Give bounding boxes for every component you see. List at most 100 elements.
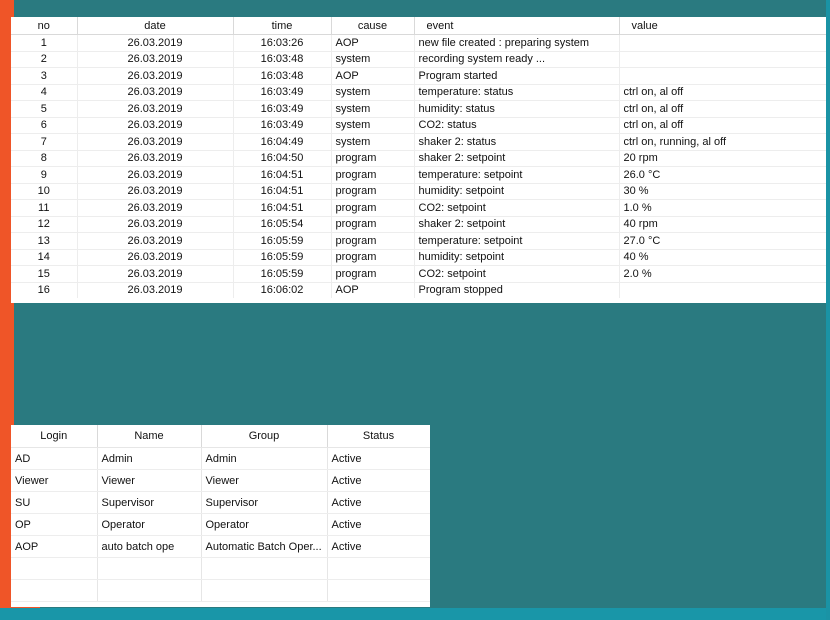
column-header-value[interactable]: value [619,17,826,35]
cell-no: 11 [11,199,78,217]
cell-no: 14 [11,249,78,266]
empty-cell [201,557,328,580]
cell-time: 16:03:48 [233,51,332,68]
user-row[interactable]: AD Admin Admin Active [11,447,430,470]
cell-status: Active [327,469,430,492]
event-log-panel: no date time cause event value 1 26.03.20… [11,17,826,303]
cell-date: 26.03.2019 [77,67,234,85]
user-row[interactable]: SU Supervisor Supervisor Active [11,491,430,514]
empty-cell [327,579,430,602]
empty-cell [11,579,98,602]
table-row[interactable]: 8 26.03.2019 16:04:50 program shaker 2: setp… [11,150,826,167]
user-row[interactable]: AOP auto batch ope Automatic Batch Oper...… [11,535,430,558]
cell-login: AD [11,447,98,470]
cell-no: 16 [11,282,78,298]
column-header-cause[interactable]: cause [331,17,415,35]
cell-value: 26.0 °C [619,166,826,184]
column-header-time[interactable]: time [233,17,332,35]
cell-time: 16:03:26 [233,34,332,52]
cell-no: 10 [11,183,78,200]
cell-date: 26.03.2019 [77,265,234,283]
cell-event: temperature: setpoint [414,232,620,250]
cell-value: 20 rpm [619,150,826,167]
cell-cause: system [331,51,415,68]
table-row[interactable]: 9 26.03.2019 16:04:51 program temperature: s… [11,166,826,184]
cell-value [619,282,826,298]
user-row[interactable]: OP Operator Operator Active [11,513,430,536]
column-header-login[interactable]: Login [11,425,98,448]
cell-event: humidity: setpoint [414,183,620,200]
cell-time: 16:04:51 [233,199,332,217]
table-row[interactable]: 2 26.03.2019 16:03:48 system recording syste… [11,51,826,68]
cell-no: 13 [11,232,78,250]
cell-date: 26.03.2019 [77,232,234,250]
cell-cause: system [331,133,415,151]
event-log-table: no date time cause event value 1 26.03.20… [11,17,826,298]
cell-date: 26.03.2019 [77,150,234,167]
column-header-group[interactable]: Group [201,425,328,448]
cell-group: Admin [201,447,328,470]
cell-date: 26.03.2019 [77,100,234,118]
cell-time: 16:05:59 [233,232,332,250]
cell-no: 12 [11,216,78,233]
table-row[interactable]: 12 26.03.2019 16:05:54 program shaker 2: set… [11,216,826,233]
cell-cause: system [331,117,415,134]
table-row[interactable]: 10 26.03.2019 16:04:51 program humidity: set… [11,183,826,200]
cell-no: 1 [11,34,78,52]
empty-cell [201,579,328,602]
table-row[interactable]: 1 26.03.2019 16:03:26 AOP new file created :… [11,34,826,52]
cell-cause: program [331,232,415,250]
cell-time: 16:04:51 [233,166,332,184]
cell-no: 6 [11,117,78,134]
cell-event: shaker 2: status [414,133,620,151]
column-header-no[interactable]: no [11,17,78,35]
cell-status: Active [327,535,430,558]
empty-row [11,579,430,602]
table-row[interactable]: 7 26.03.2019 16:04:49 system shaker 2: statu… [11,133,826,151]
empty-row [11,557,430,580]
cell-date: 26.03.2019 [77,133,234,151]
column-header-date[interactable]: date [77,17,234,35]
user-row[interactable]: Viewer Viewer Viewer Active [11,469,430,492]
cell-login: OP [11,513,98,536]
cell-event: new file created : preparing system [414,34,620,52]
cell-event: recording system ready ... [414,51,620,68]
cell-event: CO2: status [414,117,620,134]
column-header-name[interactable]: Name [97,425,202,448]
empty-cell [11,557,98,580]
cell-cause: program [331,199,415,217]
cell-event: CO2: setpoint [414,199,620,217]
cell-login: AOP [11,535,98,558]
cell-cause: AOP [331,34,415,52]
table-row[interactable]: 5 26.03.2019 16:03:49 system humidity: statu… [11,100,826,118]
cell-value: 27.0 °C [619,232,826,250]
cell-cause: program [331,150,415,167]
cell-date: 26.03.2019 [77,216,234,233]
cell-name: Operator [97,513,202,536]
cell-date: 26.03.2019 [77,183,234,200]
users-header: Login Name Group Status [11,425,430,448]
table-row[interactable]: 15 26.03.2019 16:05:59 program CO2: setpoint… [11,265,826,283]
cell-no: 8 [11,150,78,167]
column-header-event[interactable]: event [414,17,620,35]
column-header-status[interactable]: Status [327,425,430,448]
cell-date: 26.03.2019 [77,199,234,217]
table-row[interactable]: 11 26.03.2019 16:04:51 program CO2: setpoint… [11,199,826,217]
cell-value: 1.0 % [619,199,826,217]
cell-time: 16:04:51 [233,183,332,200]
table-row[interactable]: 14 26.03.2019 16:05:59 program humidity: set… [11,249,826,266]
cell-time: 16:06:02 [233,282,332,298]
table-row[interactable]: 6 26.03.2019 16:03:49 system CO2: status ctrl… [11,117,826,134]
table-row[interactable]: 13 26.03.2019 16:05:59 program temperature: … [11,232,826,250]
cell-date: 26.03.2019 [77,249,234,266]
cell-cause: program [331,183,415,200]
cell-status: Active [327,513,430,536]
cell-status: Active [327,491,430,514]
empty-cell [97,557,202,580]
table-row[interactable]: 3 26.03.2019 16:03:48 AOP Program started [11,67,826,85]
cell-no: 3 [11,67,78,85]
table-row[interactable]: 16 26.03.2019 16:06:02 AOP Program stopped [11,282,826,298]
cell-name: Supervisor [97,491,202,514]
table-row[interactable]: 4 26.03.2019 16:03:49 system temperature: st… [11,84,826,101]
users-table: Login Name Group Status AD Admin Admin Acti… [11,425,430,602]
